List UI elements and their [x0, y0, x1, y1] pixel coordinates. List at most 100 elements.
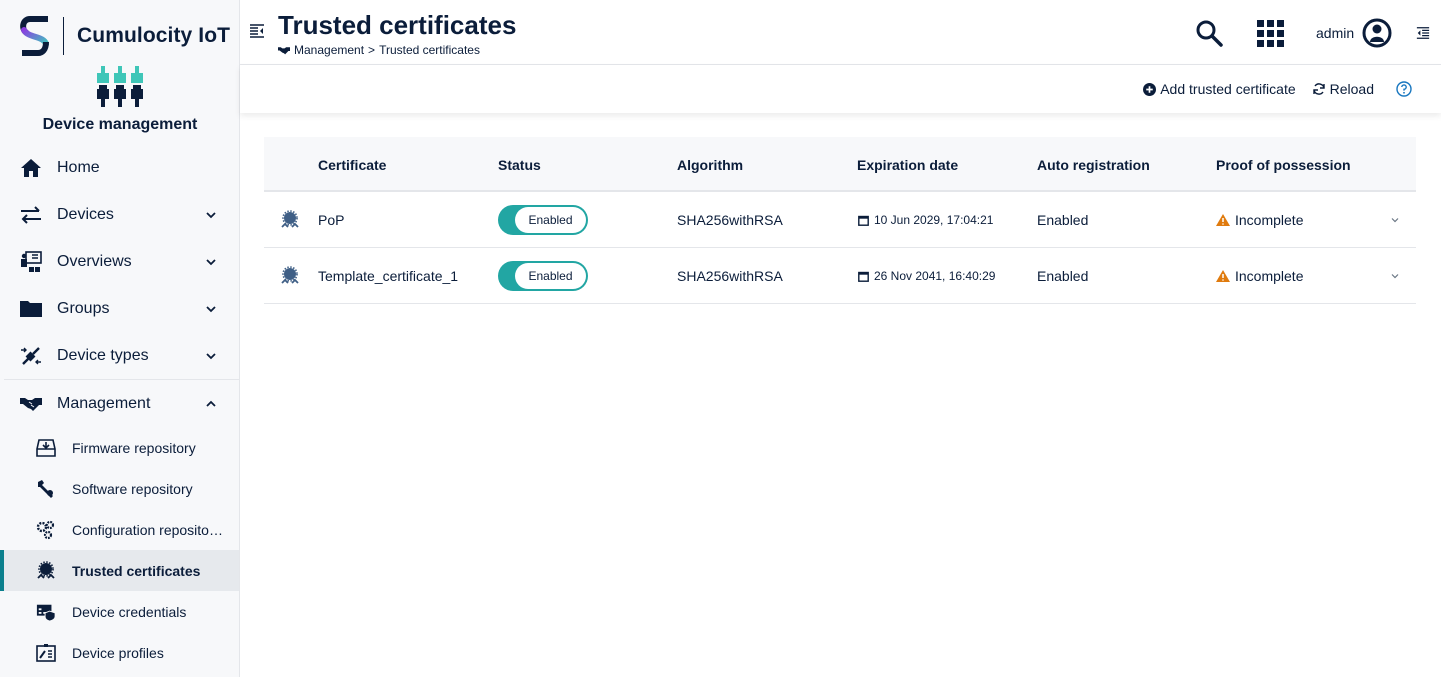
sidebar-item-label: Management [57, 394, 151, 412]
app-name: Device management [42, 116, 198, 133]
sidebar-item-management[interactable]: Management [0, 380, 239, 427]
sidebar-item-devices[interactable]: Devices [0, 191, 239, 238]
add-trusted-certificate-button[interactable]: Add trusted certificate [1143, 81, 1296, 97]
action-bar: Add trusted certificate Reload [240, 65, 1441, 113]
plug-icon [20, 345, 42, 367]
username: admin [1316, 25, 1355, 41]
calendar-icon [858, 215, 869, 226]
sidebar-item-device-profiles[interactable]: Device profiles [0, 632, 239, 673]
drawer-toggle-icon [1416, 27, 1430, 39]
wrench-icon [36, 479, 56, 499]
user-menu[interactable]: admin [1316, 16, 1392, 50]
certificate-icon [280, 248, 300, 304]
column-header-algorithm[interactable]: Algorithm [677, 157, 743, 173]
user-avatar-icon [1362, 18, 1392, 48]
certificates-table: Certificate Status Algorithm Expiration … [264, 137, 1416, 304]
warning-icon [1216, 270, 1230, 282]
sidebar-nav: Home Devices Overviews Groups Device typ… [0, 144, 239, 673]
column-header-proof-of-possession[interactable]: Proof of possession [1216, 157, 1351, 173]
status-toggle-label: Enabled [515, 207, 586, 233]
breadcrumb-parent[interactable]: Management [294, 43, 364, 57]
sidebar-item-trusted-certificates[interactable]: Trusted certificates [0, 550, 239, 591]
column-header-status[interactable]: Status [498, 157, 541, 173]
reload-label: Reload [1329, 81, 1374, 97]
table-row[interactable]: Template_certificate_1 Enabled SHA256wit… [264, 248, 1416, 304]
chevron-up-icon [206, 400, 216, 407]
sidebar-item-overviews[interactable]: Overviews [0, 238, 239, 285]
presentation-icon [20, 250, 42, 273]
auto-registration: Enabled [1037, 212, 1089, 228]
collapse-sidebar-icon[interactable] [249, 23, 265, 39]
sidebar-item-home[interactable]: Home [0, 144, 239, 191]
table-row[interactable]: PoP Enabled SHA256withRSA 10 Jun 2029, 1… [264, 192, 1416, 248]
sidebar: Cumulocity IoT Device management Home De… [0, 0, 240, 677]
algorithm: SHA256withRSA [677, 268, 783, 284]
proof-of-possession: Incomplete [1216, 192, 1303, 248]
sidebar-item-software-repository[interactable]: Software repository [0, 468, 239, 509]
breadcrumb-current: Trusted certificates [379, 43, 480, 57]
sidebar-item-groups[interactable]: Groups [0, 285, 239, 332]
reload-button[interactable]: Reload [1312, 81, 1374, 97]
sidebar-item-label: Software repository [72, 480, 193, 497]
sidebar-item-label: Home [57, 158, 100, 176]
sidebar-item-label: Device profiles [72, 644, 164, 661]
chevron-down-icon [206, 258, 216, 265]
certificate-name[interactable]: PoP [318, 192, 344, 248]
proof-of-possession-value: Incomplete [1235, 268, 1304, 284]
plus-circle-icon [1143, 82, 1157, 96]
app-switcher-button[interactable] [1257, 16, 1284, 50]
search-button[interactable] [1195, 16, 1223, 50]
expiration-date-value: 10 Jun 2029, 17:04:21 [874, 213, 994, 227]
sidebar-item-label: Device credentials [72, 603, 187, 620]
status-toggle[interactable]: Enabled [498, 248, 588, 304]
help-button[interactable] [1396, 81, 1412, 97]
sidebar-item-label: Groups [57, 299, 110, 317]
breadcrumb: Management > Trusted certificates [278, 43, 480, 57]
sidebar-item-device-types[interactable]: Device types [0, 332, 239, 379]
chevron-down-icon [206, 305, 216, 312]
expand-row-button[interactable] [1390, 248, 1400, 304]
sidebar-item-label: Devices [57, 205, 114, 223]
help-icon [1396, 81, 1412, 97]
algorithm: SHA256withRSA [677, 212, 783, 228]
warning-icon [1216, 214, 1230, 226]
handshake-icon [20, 393, 42, 415]
sidebar-item-device-credentials[interactable]: Device credentials [0, 591, 239, 632]
breadcrumb-separator: > [368, 43, 376, 57]
handshake-icon [278, 46, 290, 54]
search-icon [1196, 20, 1223, 47]
profile-icon [36, 643, 56, 663]
expand-row-button[interactable] [1390, 192, 1400, 248]
sidebar-item-label: Overviews [57, 252, 132, 270]
column-header-auto-registration[interactable]: Auto registration [1037, 157, 1150, 173]
column-header-expiration-date[interactable]: Expiration date [857, 157, 958, 173]
expiration-date: 26 Nov 2041, 16:40:29 [858, 248, 995, 304]
proof-of-possession: Incomplete [1216, 248, 1303, 304]
add-trusted-certificate-label: Add trusted certificate [1160, 81, 1296, 97]
calendar-icon [858, 271, 869, 282]
expiration-date-value: 26 Nov 2041, 16:40:29 [874, 269, 996, 283]
reload-icon [1312, 83, 1325, 95]
sidebar-item-label: Firmware repository [72, 439, 196, 456]
page-title: Trusted certificates [278, 10, 517, 40]
credentials-shield-icon [36, 602, 56, 622]
sidebar-item-label: Trusted certificates [72, 562, 201, 579]
cumulocity-logo-icon [20, 16, 49, 56]
chevron-down-icon [206, 352, 216, 359]
brand-name: Cumulocity IoT [77, 24, 231, 47]
table-header: Certificate Status Algorithm Expiration … [264, 137, 1416, 192]
brand-divider [63, 17, 64, 55]
arrows-exchange-icon [20, 204, 42, 226]
home-icon [20, 157, 42, 179]
auto-registration: Enabled [1037, 268, 1089, 284]
sidebar-item-label: Configuration reposito… [72, 521, 223, 538]
sidebar-item-firmware-repository[interactable]: Firmware repository [0, 427, 239, 468]
chevron-down-icon [1391, 218, 1399, 223]
status-toggle[interactable]: Enabled [498, 192, 588, 248]
sidebar-item-configuration-repository[interactable]: Configuration reposito… [0, 509, 239, 550]
folder-icon [20, 298, 42, 320]
certificate-name[interactable]: Template_certificate_1 [318, 248, 458, 304]
right-drawer-toggle[interactable] [1416, 16, 1430, 50]
chevron-down-icon [206, 211, 216, 218]
column-header-certificate[interactable]: Certificate [318, 157, 386, 173]
